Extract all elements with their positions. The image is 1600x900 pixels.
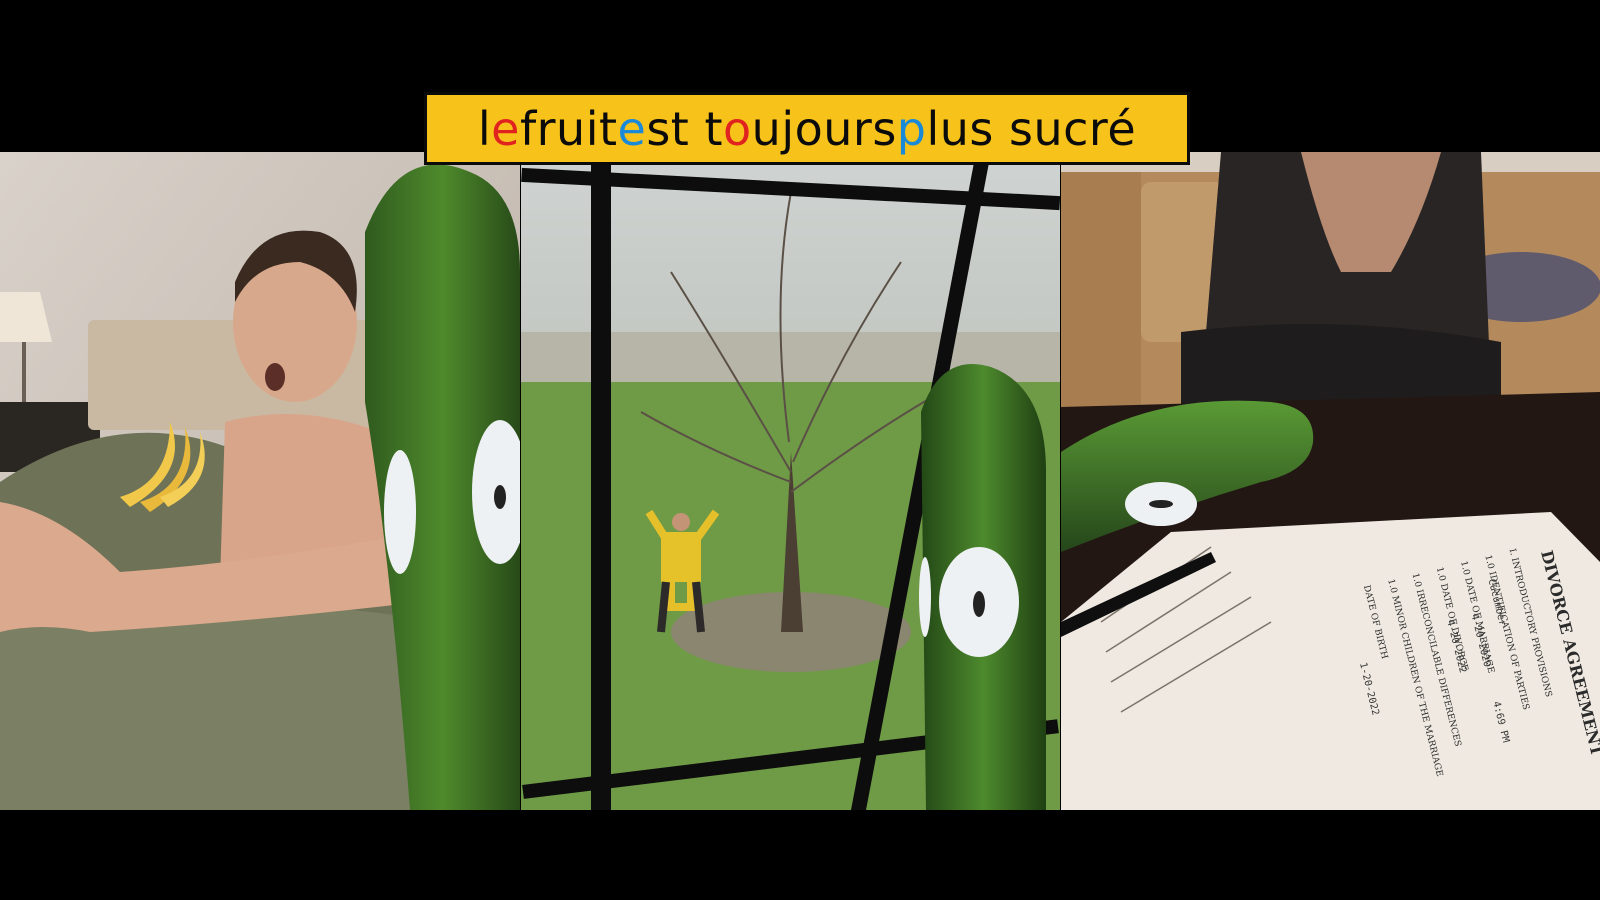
window-scene-illustration xyxy=(521,152,1060,810)
caption-segment-7: ujours xyxy=(751,101,897,156)
caption-segment-4: e xyxy=(617,101,647,156)
caption-segment-2: e xyxy=(491,101,520,156)
caption-segment-6: o xyxy=(723,101,752,156)
caption-segment-9: lus sucré xyxy=(926,101,1137,156)
caption-segment-3: fruit xyxy=(519,101,618,156)
divorce-scene-illustration: DIVORCE AGREEMENT I. INTRODUCTORY PROVIS… xyxy=(1061,152,1600,810)
panel-bedroom-scene xyxy=(0,152,520,810)
caption-segment-8: p xyxy=(896,101,927,156)
panel-window-scene xyxy=(521,152,1060,810)
caption-segment-1: l xyxy=(477,101,492,156)
bedroom-scene-illustration xyxy=(0,152,520,810)
caption-segment-5: st t xyxy=(646,101,724,156)
video-frame: DIVORCE AGREEMENT I. INTRODUCTORY PROVIS… xyxy=(0,0,1600,900)
panel-divorce-scene: DIVORCE AGREEMENT I. INTRODUCTORY PROVIS… xyxy=(1061,152,1600,810)
subtitle-caption: le fruit e st t o ujours p lus sucré xyxy=(424,92,1190,165)
